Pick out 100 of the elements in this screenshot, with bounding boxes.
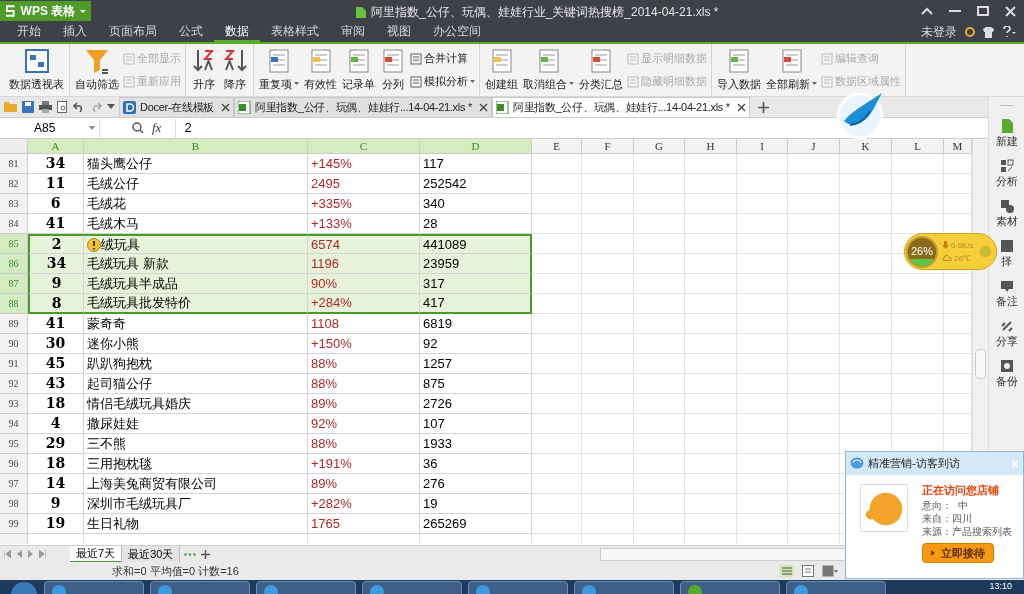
table-cell: 317 [423,274,445,293]
row-header[interactable]: 96 [0,454,28,474]
table-cell: +145% [311,154,352,173]
side-panel-button[interactable]: 新建 [995,119,1018,148]
table-cell: 1257 [423,354,452,373]
ribbon-button[interactable]: 有效性 [303,44,338,96]
side-panel-button[interactable]: 备份 [995,359,1018,388]
column-header[interactable]: G [634,139,685,154]
side-panel-button[interactable]: 择 [999,239,1014,268]
row-header[interactable]: 97 [0,474,28,494]
table-cell: 23959 [423,254,460,273]
visitor-info: 意向： 中 [922,499,969,512]
menu-tab[interactable]: 插入 [52,22,98,42]
table-cell: 情侣毛绒玩具婚庆 [87,394,191,413]
document-tab[interactable]: Docer-在线模板 [119,97,234,117]
ribbon-button[interactable]: 数据透视表 [8,44,65,96]
ribbon-button[interactable]: 模拟分析 [410,73,475,90]
app-menu-button[interactable]: WPS 表格 [0,1,91,21]
column-header[interactable]: E [532,139,582,154]
table-cell: 92 [423,334,438,353]
table-cell: 41 [45,314,66,333]
table-cell: 34 [46,254,67,273]
row-header[interactable]: 98 [0,494,28,514]
document-tab[interactable]: 阿里指数_公仔、玩偶、娃娃行...14-04-21.xls * [491,97,750,117]
table-cell: 毛绒木马 [87,214,139,233]
popup-title: 精准营销-访客到访 [868,456,960,472]
row-header[interactable]: 93 [0,394,28,414]
menu-tab[interactable]: 开始 [6,22,52,42]
ribbon-button[interactable]: 全部刷新 [765,44,818,96]
login-link[interactable]: 未登录 [921,23,957,41]
row-header[interactable]: 83 [0,194,28,214]
column-header[interactable]: F [582,139,634,154]
row-header[interactable]: 84 [0,214,28,234]
receive-button[interactable]: 立即接待 [922,543,994,563]
row-header[interactable]: 95 [0,434,28,454]
column-header[interactable]: J [788,139,840,154]
row-header[interactable]: 99 [0,514,28,534]
table-cell: +150% [311,334,352,353]
visitor-info: 来源：产品搜索列表 [922,525,1012,538]
table-cell: 2495 [311,174,340,193]
sheet-tab[interactable]: 最近30天 [122,545,181,563]
ribbon-button[interactable]: 合并计算 [410,50,475,67]
function-button[interactable]: fx [152,118,162,138]
ribbon-button[interactable]: 分类汇总 [578,44,624,96]
table-cell: 43 [45,374,66,393]
table-cell: 89% [311,474,338,493]
row-header[interactable]: 85 [0,234,28,254]
column-header[interactable]: I [737,139,788,154]
column-header[interactable]: D [420,139,532,154]
table-cell: 蒙奇奇 [87,314,126,333]
table-cell: 2 [51,236,62,253]
row-header[interactable]: 91 [0,354,28,374]
column-header[interactable]: L [892,139,944,154]
table-cell: 29 [45,434,66,453]
column-header[interactable]: M [944,139,972,154]
row-header[interactable]: 87 [0,274,28,294]
speed-widget[interactable]: 26% 0.0K/s 26℃ [904,233,997,270]
table-cell: 88% [311,354,338,373]
ribbon-button[interactable]: 取消组合 [522,44,575,96]
row-header[interactable]: 89 [0,314,28,334]
menu-tab[interactable]: 视图 [376,22,422,42]
side-panel-button[interactable]: 备注 [995,279,1018,308]
menu-tab[interactable]: 表格样式 [260,22,330,42]
menu-tab[interactable]: 公式 [168,22,214,42]
row-header[interactable]: 88 [0,294,28,314]
ribbon-button[interactable]: 升序 [190,44,218,96]
menu-tab[interactable]: 办公空间 [422,22,492,42]
row-header[interactable]: 82 [0,174,28,194]
table-cell: 45 [45,354,66,373]
ribbon-button[interactable]: 自动筛选 [74,44,120,96]
row-header[interactable]: 81 [0,154,28,174]
ribbon-button[interactable]: 重复项 [258,44,300,96]
table-cell: 2726 [423,394,452,413]
table-cell: 88% [311,374,338,393]
menu-tab[interactable]: 页面布局 [98,22,168,42]
ribbon-button[interactable]: 导入数据 [716,44,762,96]
document-tab[interactable]: 阿里指数_公仔、玩偶、娃娃行...14-04-21.xls * [234,97,492,117]
table-cell: +282% [311,494,352,513]
column-header[interactable]: A [28,139,84,154]
ribbon-button[interactable]: 分列 [379,44,407,96]
name-box[interactable]: A85 [0,118,100,138]
table-cell: 4 [50,414,61,433]
ribbon-button[interactable]: 记录单 [341,44,376,96]
row-header[interactable]: 86 [0,254,28,274]
row-header[interactable]: 90 [0,334,28,354]
row-header[interactable]: 94 [0,414,28,434]
side-panel-button[interactable]: 分享 [995,319,1018,348]
side-panel-button[interactable]: 分析 [995,159,1018,188]
row-header[interactable]: 92 [0,374,28,394]
column-header[interactable]: K [840,139,892,154]
column-header[interactable]: C [308,139,420,154]
ribbon-button[interactable]: 创建组 [484,44,519,96]
side-panel-button[interactable]: 素材 [995,199,1018,228]
table-cell: 18 [45,394,66,413]
ribbon-button[interactable]: 降序 [221,44,249,96]
menu-tab[interactable]: 审阅 [330,22,376,42]
column-header[interactable]: H [685,139,737,154]
usage-gauge: 26% [906,235,938,268]
sheet-tab[interactable]: 最近7天 [70,545,123,563]
table-cell: 252542 [423,174,467,193]
